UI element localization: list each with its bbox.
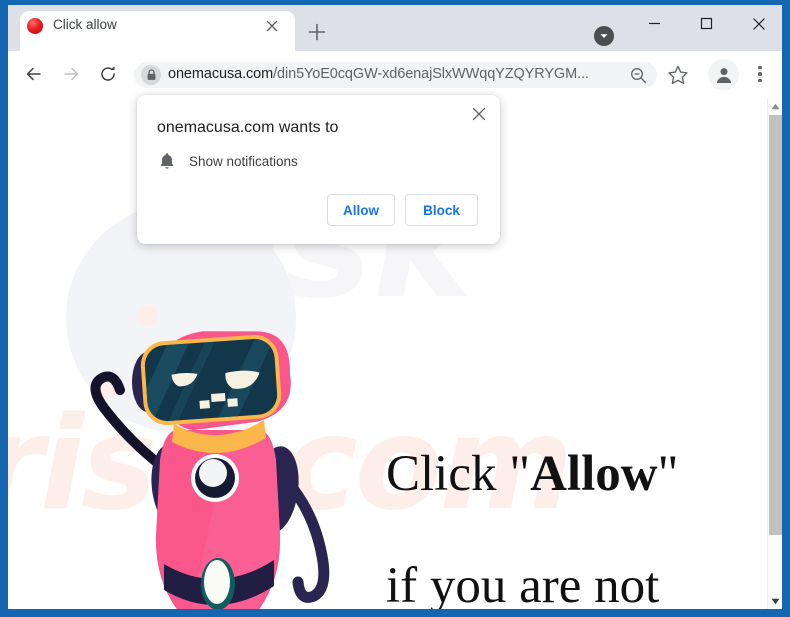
window-maximize-button[interactable]	[684, 9, 729, 38]
block-button[interactable]: Block	[405, 194, 478, 226]
headline-allow: Allow	[530, 446, 658, 502]
forward-arrow-icon	[56, 59, 86, 89]
browser-toolbar: onemacusa.com/din5YoE0cqGW-xd6enajSlxWWq…	[8, 51, 782, 98]
bell-icon	[157, 151, 177, 171]
headline-line-2: if you are not	[386, 558, 660, 609]
tab-favicon-icon	[27, 18, 43, 34]
bookmark-star-icon[interactable]	[666, 63, 690, 87]
robot-illustration	[68, 320, 388, 609]
tab-close-icon[interactable]	[263, 17, 281, 35]
profile-avatar-icon[interactable]	[708, 59, 739, 90]
new-tab-button[interactable]	[305, 20, 329, 44]
page-headline: Click "Allow" if you are not a robot	[386, 390, 736, 609]
headline-prefix: Click	[386, 446, 510, 502]
window-close-button[interactable]	[736, 9, 781, 38]
lock-icon	[141, 65, 161, 85]
menu-dot	[758, 78, 762, 83]
menu-dot	[758, 72, 762, 76]
allow-button[interactable]: Allow	[327, 194, 395, 226]
menu-dot	[758, 65, 762, 70]
browser-window: Click allow onemacusa.com/din5YoE0cqGW-x…	[0, 0, 790, 617]
window-minimize-button[interactable]	[632, 9, 677, 38]
three-dot-menu-icon[interactable]	[749, 62, 771, 86]
page-scrollbar[interactable]	[767, 98, 782, 609]
back-arrow-icon[interactable]	[19, 59, 49, 89]
address-bar-url: onemacusa.com/din5YoE0cqGW-xd6enajSlxWWq…	[168, 66, 623, 82]
dialog-permission-row: Show notifications	[157, 151, 298, 171]
headline-quote-open: "	[509, 446, 531, 502]
zoom-out-icon[interactable]	[629, 66, 648, 85]
headline-quote-close: "	[657, 446, 679, 502]
chevron-down-icon[interactable]	[594, 26, 614, 46]
tab-strip: Click allow	[8, 5, 782, 51]
scroll-up-arrow-icon[interactable]	[768, 98, 782, 114]
browser-window-inner: Click allow onemacusa.com/din5YoE0cqGW-x…	[8, 5, 782, 609]
dialog-title: onemacusa.com wants to	[157, 119, 339, 136]
scrollbar-thumb[interactable]	[769, 115, 782, 535]
dialog-close-icon[interactable]	[468, 103, 490, 125]
reload-icon[interactable]	[93, 59, 123, 89]
dialog-permission-text: Show notifications	[189, 153, 298, 169]
url-path: /din5YoE0cqGW-xd6enajSlxWWqqYZQYRYGM...	[273, 66, 589, 82]
scroll-down-arrow-icon[interactable]	[768, 593, 782, 609]
notification-permission-dialog: onemacusa.com wants to Show notification…	[137, 95, 500, 244]
address-bar[interactable]: onemacusa.com/din5YoE0cqGW-xd6enajSlxWWq…	[134, 62, 657, 88]
tab-title: Click allow	[53, 17, 117, 32]
url-host: onemacusa.com	[168, 66, 274, 82]
